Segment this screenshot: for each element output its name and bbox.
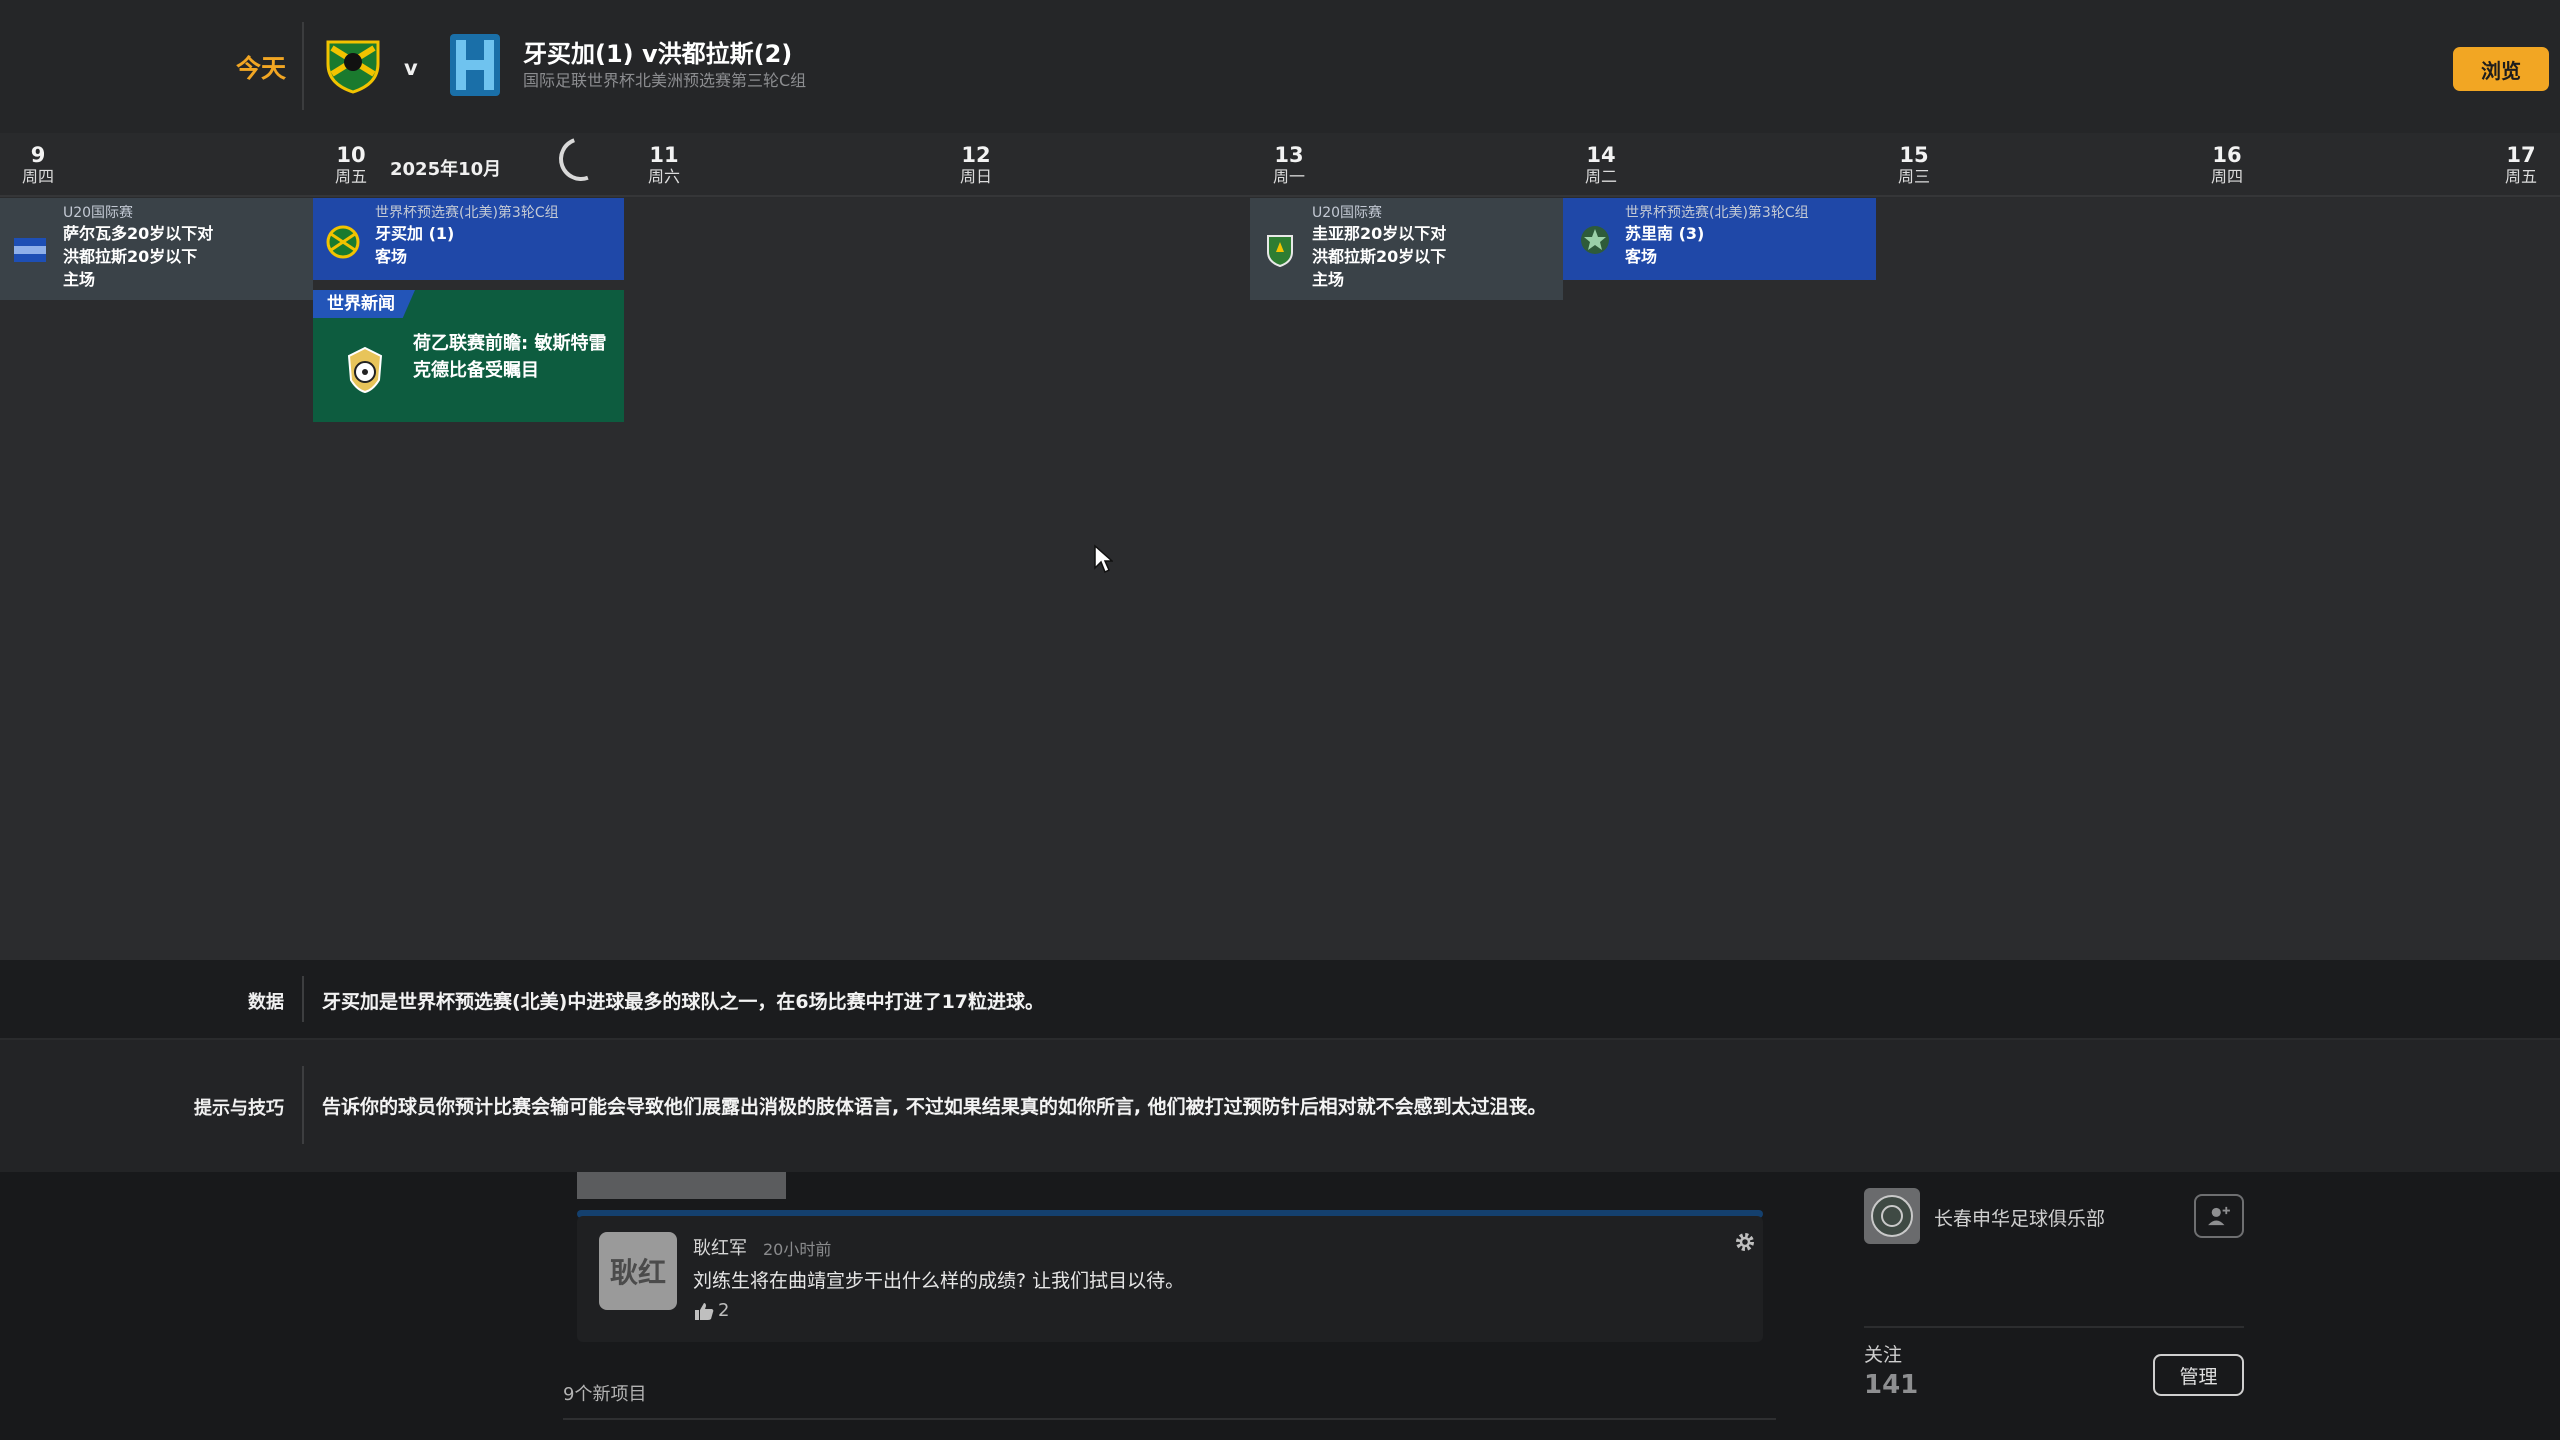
day-of-week: 周六 [647,167,680,186]
event-venue: 客场 [1625,247,1658,266]
day-of-week: 周五 [2504,167,2537,186]
day-number: 15 [1899,143,1929,167]
event-line: 洪都拉斯20岁以下 [63,247,198,266]
day-header-12[interactable]: 12 周日 [941,143,1011,187]
day-header-14[interactable]: 14 周二 [1566,143,1636,187]
day-of-week: 周四 [2210,167,2243,186]
honduras-crest-icon [450,34,500,96]
day-number: 17 [2506,143,2536,167]
gear-icon[interactable] [1733,1230,1757,1254]
comment-card[interactable]: 耿红 耿红军 20小时前 刘练生将在曲靖宣步干出什么样的成绩? 让我们拭目以待。… [577,1216,1763,1342]
day-of-week: 周一 [1272,167,1305,186]
browse-button[interactable]: 浏览 [2453,47,2549,91]
info-divider [302,1066,304,1144]
comment-time: 20小时前 [763,1240,832,1259]
feed-image [577,1172,786,1199]
like-count: 2 [718,1300,730,1321]
day-number: 16 [2212,143,2242,167]
jamaica-crest-icon [326,40,380,94]
stats-text: 牙买加是世界杯预选赛(北美)中进球最多的球队之一，在6场比赛中打进了17粒进球。 [322,991,1045,1013]
tips-label: 提示与技巧 [194,1098,284,1119]
news-title: 荷乙联赛前瞻: 敏斯特雷克德比备受瞩目 [413,333,607,381]
thumbs-up-icon[interactable] [693,1300,715,1322]
stats-label: 数据 [248,992,284,1013]
news-card[interactable]: 世界新闻 荷乙联赛前瞻: 敏斯特雷克德比备受瞩目 [313,290,624,422]
add-follow-button[interactable] [2194,1194,2244,1238]
event-competition: 世界杯预选赛(北美)第3轮C组 [375,205,559,221]
comment-text: 刘练生将在曲靖宣步干出什么样的成绩? 让我们拭目以待。 [693,1270,1185,1292]
versus-label: v [404,56,418,80]
day-number: 10 [336,143,366,167]
month-label: 2025年10月 [390,159,502,180]
day-number: 13 [1274,143,1304,167]
event-line: 萨尔瓦多20岁以下对 [63,224,214,243]
day-number: 9 [30,143,46,167]
calendar-grid: U20国际赛 萨尔瓦多20岁以下对 洪都拉斯20岁以下 主场 世界杯预选赛(北美… [0,198,2560,960]
day-number: 12 [961,143,991,167]
tips-text: 告诉你的球员你预计比赛会输可能会导致他们展露出消极的肢体语言, 不过如果结果真的… [322,1096,1547,1118]
manage-button[interactable]: 管理 [2153,1354,2244,1396]
follow-label: 关注 [1864,1344,1903,1366]
jamaica-crest-icon [326,225,360,259]
day-header-16[interactable]: 16 周四 [2192,143,2262,187]
mouse-cursor-icon [1094,544,1113,574]
comment-author[interactable]: 耿红军 [693,1234,747,1260]
day-number: 14 [1586,143,1616,167]
day-header-15[interactable]: 15 周三 [1879,143,1949,187]
social-feed: 耿红 耿红军 20小时前 刘练生将在曲靖宣步干出什么样的成绩? 让我们拭目以待。… [0,1172,2560,1440]
guyana-crest-icon [1267,235,1293,268]
event-venue: 主场 [63,270,96,289]
event-card-14[interactable]: 世界杯预选赛(北美)第3轮C组 苏里南 (3) 客场 [1563,198,1876,280]
event-line: 苏里南 (3) [1625,224,1705,243]
add-user-icon [2208,1206,2230,1226]
day-header-11[interactable]: 11 周六 [629,143,699,187]
app-root: 今天 v 牙买加(1) v洪都拉斯(2) 国际足联世界杯北美洲预选赛第三轮C组 … [0,0,2560,1440]
event-line: 圭亚那20岁以下对 [1312,224,1447,243]
match-subtitle: 国际足联世界杯北美洲预选赛第三轮C组 [523,71,807,90]
event-competition: 世界杯预选赛(北美)第3轮C组 [1625,205,1809,221]
tips-row: 提示与技巧 告诉你的球员你预计比赛会输可能会导致他们展露出消极的肢体语言, 不过… [0,1040,2560,1172]
day-of-week: 周日 [959,167,992,186]
event-card-10[interactable]: 世界杯预选赛(北美)第3轮C组 牙买加 (1) 客场 [313,198,624,280]
avatar: 耿红 [599,1232,677,1310]
el-salvador-crest-icon [14,238,46,262]
event-competition: U20国际赛 [63,205,134,221]
day-header-17[interactable]: 17 周五 [2486,143,2556,187]
info-divider [302,976,304,1022]
day-of-week: 周五 [334,167,367,186]
header-divider [302,22,304,110]
event-venue: 主场 [1312,270,1345,289]
event-competition: U20国际赛 [1312,205,1383,221]
follow-count: 141 [1864,1370,1919,1400]
club-crest-icon [1864,1188,1920,1244]
day-of-week: 周三 [1897,167,1930,186]
match-header: 今天 v 牙买加(1) v洪都拉斯(2) 国际足联世界杯北美洲预选赛第三轮C组 … [0,0,2560,133]
club-name[interactable]: 长春申华足球俱乐部 [1934,1204,2105,1231]
day-header-13[interactable]: 13 周一 [1254,143,1324,187]
event-venue: 客场 [375,247,408,266]
match-title: 牙买加(1) v洪都拉斯(2) [523,40,793,68]
day-header-9[interactable]: 9 周四 [3,143,73,187]
event-line: 牙买加 (1) [375,224,455,243]
feed-divider [563,1418,1776,1420]
event-card-13[interactable]: U20国际赛 圭亚那20岁以下对 洪都拉斯20岁以下 主场 [1250,198,1563,300]
sidebar-divider [1864,1326,2244,1328]
football-club-crest-icon [347,346,383,394]
calendar-date-row: 9 周四 10 周五 2025年10月 11 周六 12 周日 13 周一 14… [0,133,2560,197]
today-button[interactable]: 今天 [236,49,286,85]
day-header-10[interactable]: 10 周五 [316,143,386,187]
suriname-crest-icon [1581,226,1609,254]
day-of-week: 周二 [1584,167,1617,186]
new-items-link[interactable]: 9个新项目 [563,1380,646,1406]
event-line: 洪都拉斯20岁以下 [1312,247,1447,266]
stats-row: 数据 牙买加是世界杯预选赛(北美)中进球最多的球队之一，在6场比赛中打进了17粒… [0,960,2560,1038]
day-number: 11 [649,143,679,167]
day-of-week: 周四 [21,167,54,186]
event-card-9[interactable]: U20国际赛 萨尔瓦多20岁以下对 洪都拉斯20岁以下 主场 [0,198,313,300]
news-tag: 世界新闻 [313,290,415,318]
